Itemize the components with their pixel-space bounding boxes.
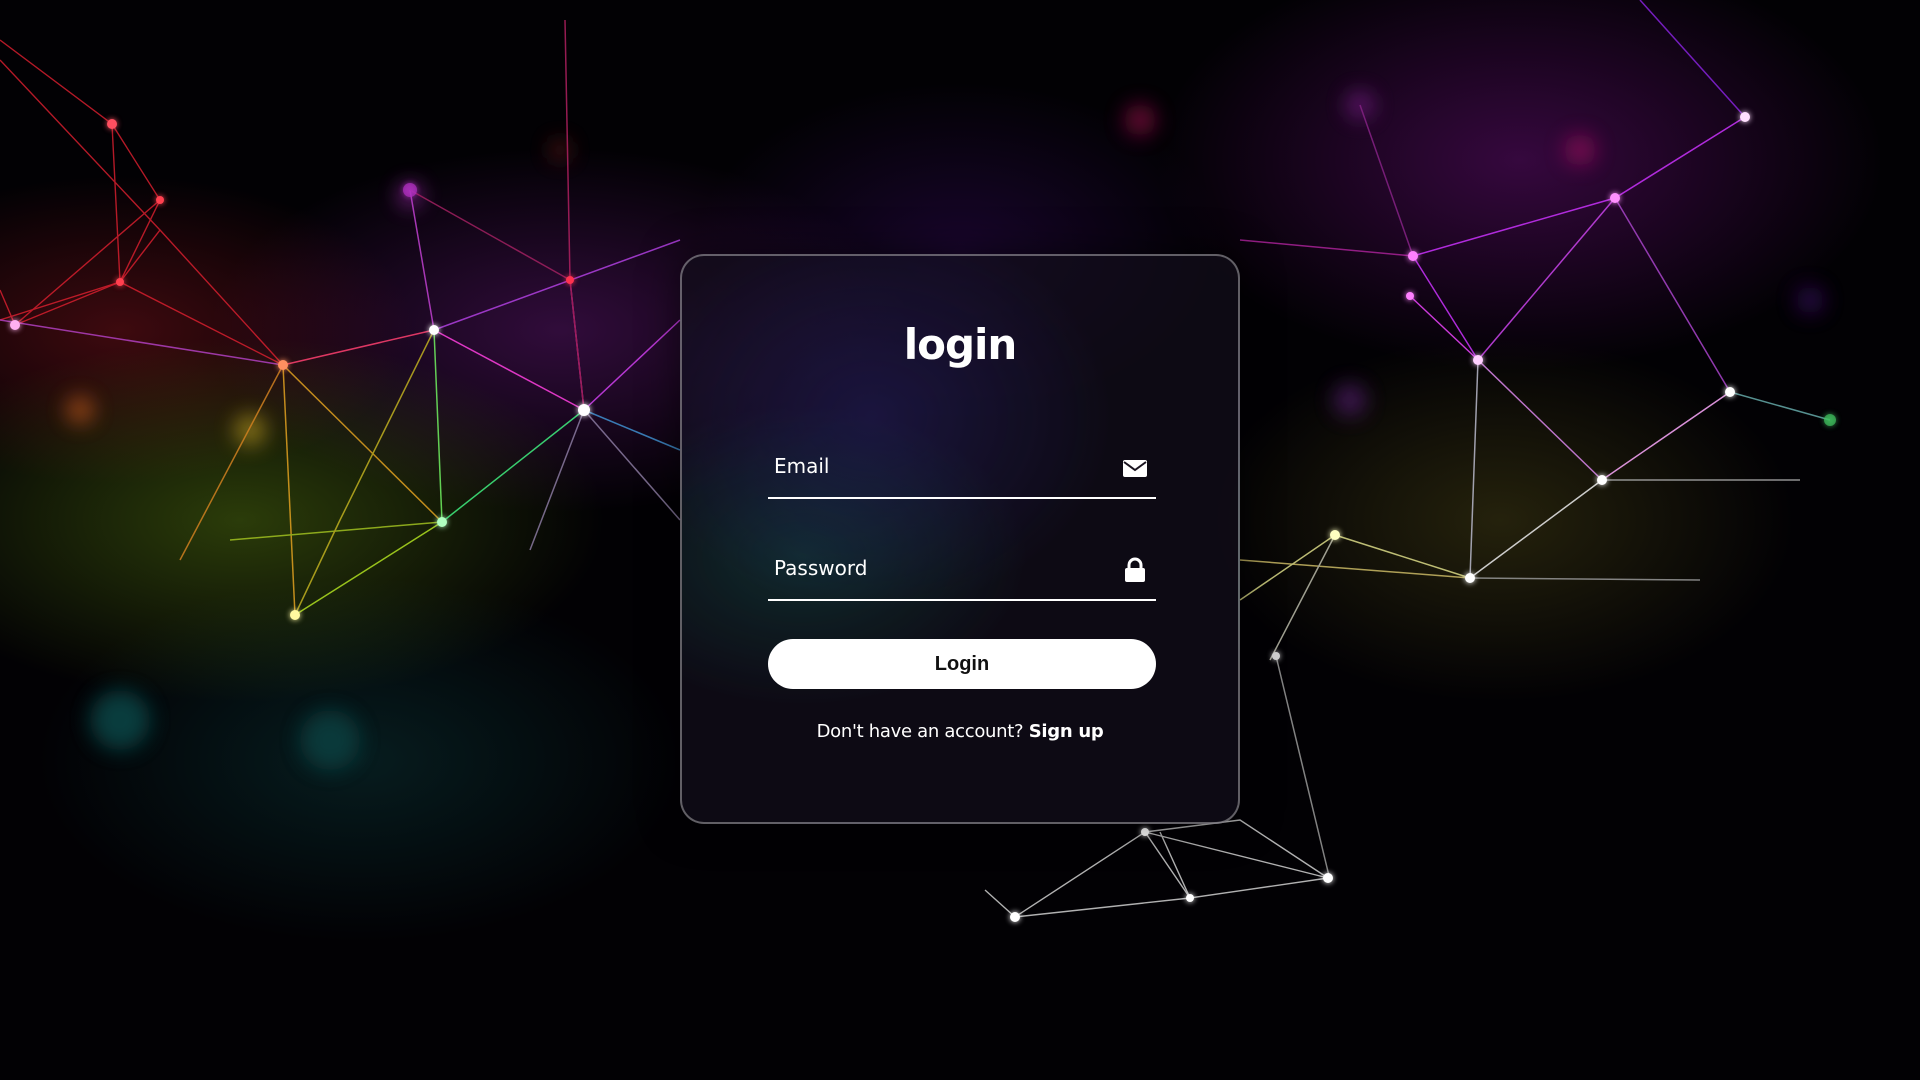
login-button[interactable]: Login bbox=[768, 639, 1156, 689]
signup-prompt-row: Don't have an account? Sign up bbox=[682, 721, 1238, 742]
envelope-icon bbox=[1123, 460, 1147, 477]
password-field-group bbox=[768, 539, 1156, 601]
signup-prompt-text: Don't have an account? bbox=[816, 721, 1029, 742]
lock-icon bbox=[1125, 557, 1145, 582]
email-field-group bbox=[768, 437, 1156, 499]
login-card: login Login Don't have an account? Sign … bbox=[680, 254, 1240, 824]
signup-link[interactable]: Sign up bbox=[1029, 721, 1104, 742]
email-input[interactable] bbox=[768, 437, 1108, 495]
login-title: login bbox=[903, 320, 1018, 369]
password-input[interactable] bbox=[768, 539, 1108, 597]
